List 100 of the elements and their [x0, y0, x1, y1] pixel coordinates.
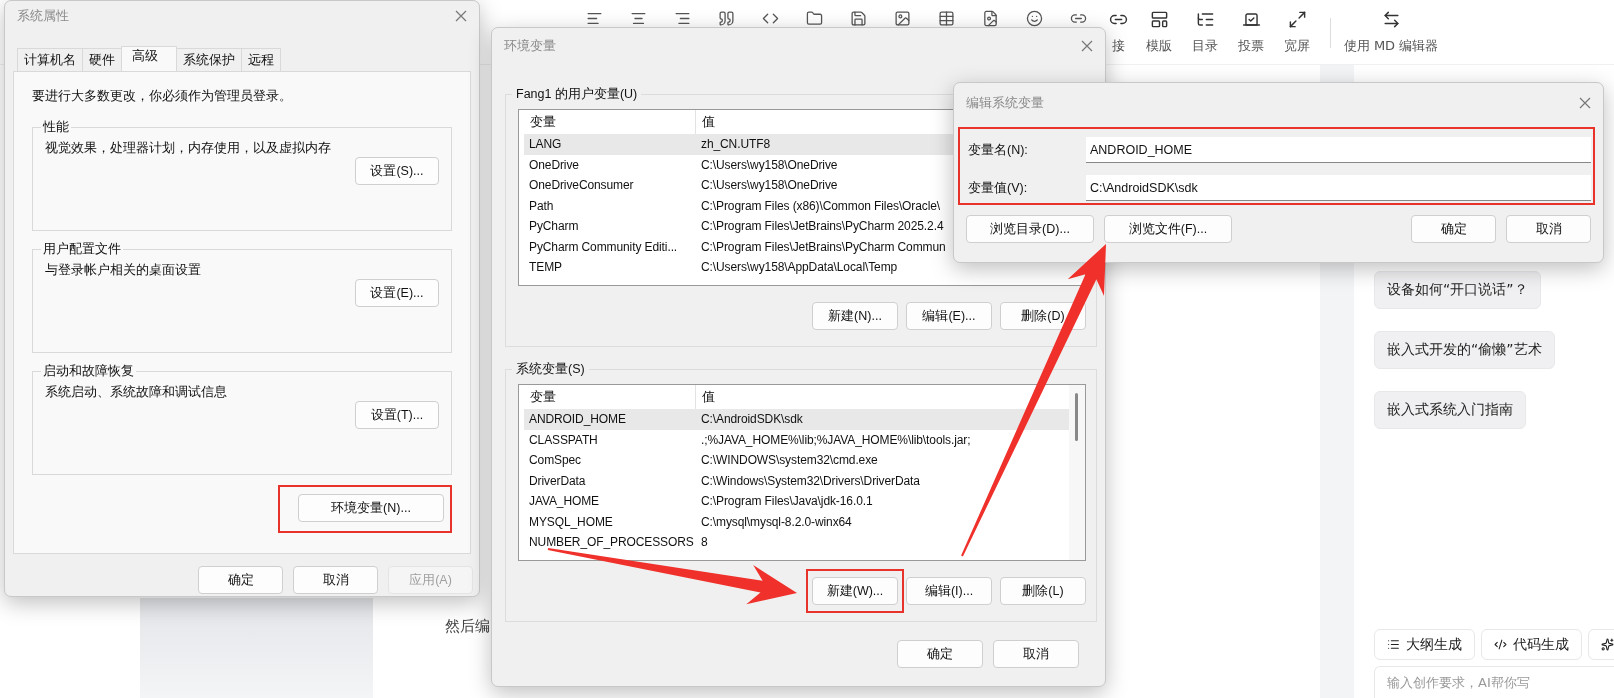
table-cell-text: C:\Program Files\JetBrains\PyCharm Commun [700, 239, 946, 254]
table-cell-text: OneDrive [528, 157, 579, 172]
column-header[interactable]: 值 [696, 385, 1069, 409]
close-button[interactable] [1079, 38, 1095, 54]
quote-icon[interactable] [717, 10, 735, 27]
image-icon[interactable] [893, 10, 911, 27]
suggestion-chip[interactable]: 嵌入式系统入门指南 [1374, 391, 1526, 429]
save-icon[interactable] [849, 10, 867, 27]
table-cell-text: OneDriveConsumer [528, 178, 634, 193]
align-center-icon[interactable] [629, 10, 647, 27]
group-title: 性能 [42, 119, 70, 136]
table-cell-text: NUMBER_OF_PROCESSORS [528, 535, 694, 550]
file-image-icon[interactable] [981, 10, 999, 27]
table-row[interactable]: ComSpec C:\WINDOWS\system32\cmd.exe [524, 450, 1069, 471]
table-cell-text: 8 [700, 535, 708, 550]
table-cell-text: DriverData [528, 473, 586, 488]
table-cell-text: C:\Program Files (x86)\Common Files\Oracle\ [700, 198, 941, 213]
table-row[interactable]: ANDROID_HOME C:\AndroidSDK\sdk [524, 409, 1069, 430]
table-cell-text: C:\Windows\System32\Drivers\DriverData [700, 473, 920, 488]
toolbar-button[interactable]: 模版 [1136, 10, 1182, 55]
table-cell-text: PyCharm [528, 219, 579, 234]
scrollbar-thumb[interactable] [1075, 393, 1078, 441]
dialog-button[interactable]: 取消 [293, 566, 378, 594]
expand-icon [1287, 10, 1307, 29]
dialog-button[interactable]: 新建(W)... [812, 577, 898, 605]
table-cell-text: LANG [528, 137, 562, 152]
table-cell-text: C:\mysql\mysql-8.2.0-winx64 [700, 514, 852, 529]
table-cell-text: C:\AndroidSDK\sdk [700, 412, 803, 427]
align-right-icon[interactable] [673, 10, 691, 27]
dialog-button[interactable]: 取消 [993, 640, 1079, 668]
toolbar-button[interactable]: 使用 MD 编辑器 [1341, 10, 1441, 55]
ai-tool-button[interactable]: 代码生成 [1481, 629, 1582, 660]
dialog-button[interactable]: 确定 [897, 640, 983, 668]
close-button[interactable] [453, 8, 469, 24]
article-text: 然后编 [445, 617, 490, 636]
notice-text: 要进行大多数更改，你必须作为管理员登录。 [32, 88, 293, 105]
table-cell-text: PyCharm Community Editi... [528, 239, 678, 254]
table-cell-text: C:\Program Files\JetBrains\PyCharm 2025.2.4 [700, 219, 944, 234]
dialog-button[interactable]: 浏览目录(D)... [966, 215, 1094, 243]
input-field[interactable]: ANDROID_HOME [1086, 137, 1591, 163]
list-icon [1195, 10, 1215, 29]
group-title: Fang1 的用户变量(U) [515, 86, 639, 103]
dialog-button[interactable]: 编辑(I)... [906, 577, 992, 605]
toolbar-button[interactable]: 宽屏 [1274, 10, 1320, 55]
table-cell-text: C:\Users\wy158\AppData\Local\Temp [700, 260, 898, 275]
window-title: 系统属性 [17, 7, 69, 25]
tab[interactable]: 远程 [241, 48, 281, 71]
swap-arrows-icon [1381, 10, 1401, 29]
table-cell-text: TEMP [528, 260, 562, 275]
table-row[interactable]: NUMBER_OF_PROCESSORS 8 [524, 532, 1069, 553]
smiley-icon[interactable] [1025, 10, 1043, 27]
dialog-button[interactable]: 确定 [198, 566, 283, 594]
table-cell-text: Path [528, 198, 554, 213]
tab[interactable]: 计算机名 [17, 48, 83, 71]
table-cell-text: JAVA_HOME [528, 494, 599, 509]
table-cell-text: ComSpec [528, 453, 581, 468]
dialog-button[interactable]: 确定 [1411, 215, 1496, 243]
close-button[interactable] [1577, 95, 1593, 111]
table-cell-text: zh_CN.UTF8 [700, 137, 770, 152]
dialog-button[interactable]: 编辑(E)... [906, 302, 992, 330]
folder-icon[interactable] [805, 10, 823, 27]
toolbar-button[interactable]: 接 [1100, 10, 1136, 55]
align-left-icon[interactable] [585, 10, 603, 27]
sparkle-icon [1601, 638, 1614, 651]
settings-button[interactable]: 设置(T)... [355, 401, 439, 429]
group-description: 系统启动、系统故障和调试信息 [45, 384, 228, 401]
table-cell-text: C:\Program Files\Java\jdk-16.0.1 [700, 494, 873, 509]
window-title: 编辑系统变量 [966, 94, 1044, 112]
table-cell-text: ANDROID_HOME [528, 412, 626, 427]
tab[interactable]: 高级 [121, 46, 177, 71]
table-row[interactable]: CLASSPATH .;%JAVA_HOME%\lib;%JAVA_HOME%\lib\tools.jar; [524, 429, 1069, 450]
ai-tool-button[interactable]: 大纲生成 [1374, 629, 1475, 660]
suggestion-chip[interactable]: 设备如何“开口说话”？ [1374, 271, 1541, 309]
input-field[interactable]: C:\AndroidSDK\sdk [1086, 175, 1591, 201]
settings-button[interactable]: 设置(S)... [355, 157, 439, 185]
window-title: 环境变量 [504, 37, 556, 55]
table-icon[interactable] [937, 10, 955, 27]
group-title: 用户配置文件 [42, 241, 122, 258]
dialog-button[interactable]: 新建(N)... [812, 302, 898, 330]
dialog-button[interactable]: 浏览文件(F)... [1104, 215, 1232, 243]
group-description: 与登录帐户相关的桌面设置 [45, 262, 202, 279]
table-cell-text: .;%JAVA_HOME%\lib;%JAVA_HOME%\lib\tools.jar; [700, 432, 971, 447]
prompt-field[interactable]: 输入创作要求，AI帮你写 [1374, 666, 1614, 698]
toolbar-button[interactable]: 目录 [1182, 10, 1228, 55]
table-row[interactable]: MYSQL_HOME C:\mysql\mysql-8.2.0-winx64 [524, 511, 1069, 532]
table-row[interactable]: DriverData C:\Windows\System32\Drivers\DriverData [524, 470, 1069, 491]
scrollbar[interactable] [1069, 385, 1085, 560]
table-cell-text: CLASSPATH [528, 432, 598, 447]
code-icon [1494, 638, 1507, 651]
environment-variables-button[interactable]: 环境变量(N)... [298, 494, 444, 522]
dialog-button[interactable]: 取消 [1506, 215, 1591, 243]
table-row[interactable]: JAVA_HOME C:\Program Files\Java\jdk-16.0.1 [524, 491, 1069, 512]
ballot-icon [1241, 10, 1261, 29]
settings-button[interactable]: 设置(E)... [355, 279, 439, 307]
dialog-button[interactable]: 删除(L) [1000, 577, 1086, 605]
layout-icon [1149, 10, 1169, 29]
field-label: 变量值(V): [967, 179, 1029, 197]
suggestion-chip[interactable]: 嵌入式开发的“偷懒”艺术 [1374, 331, 1555, 369]
toolbar-button[interactable]: 投票 [1228, 10, 1274, 55]
list-icon [1387, 638, 1400, 651]
